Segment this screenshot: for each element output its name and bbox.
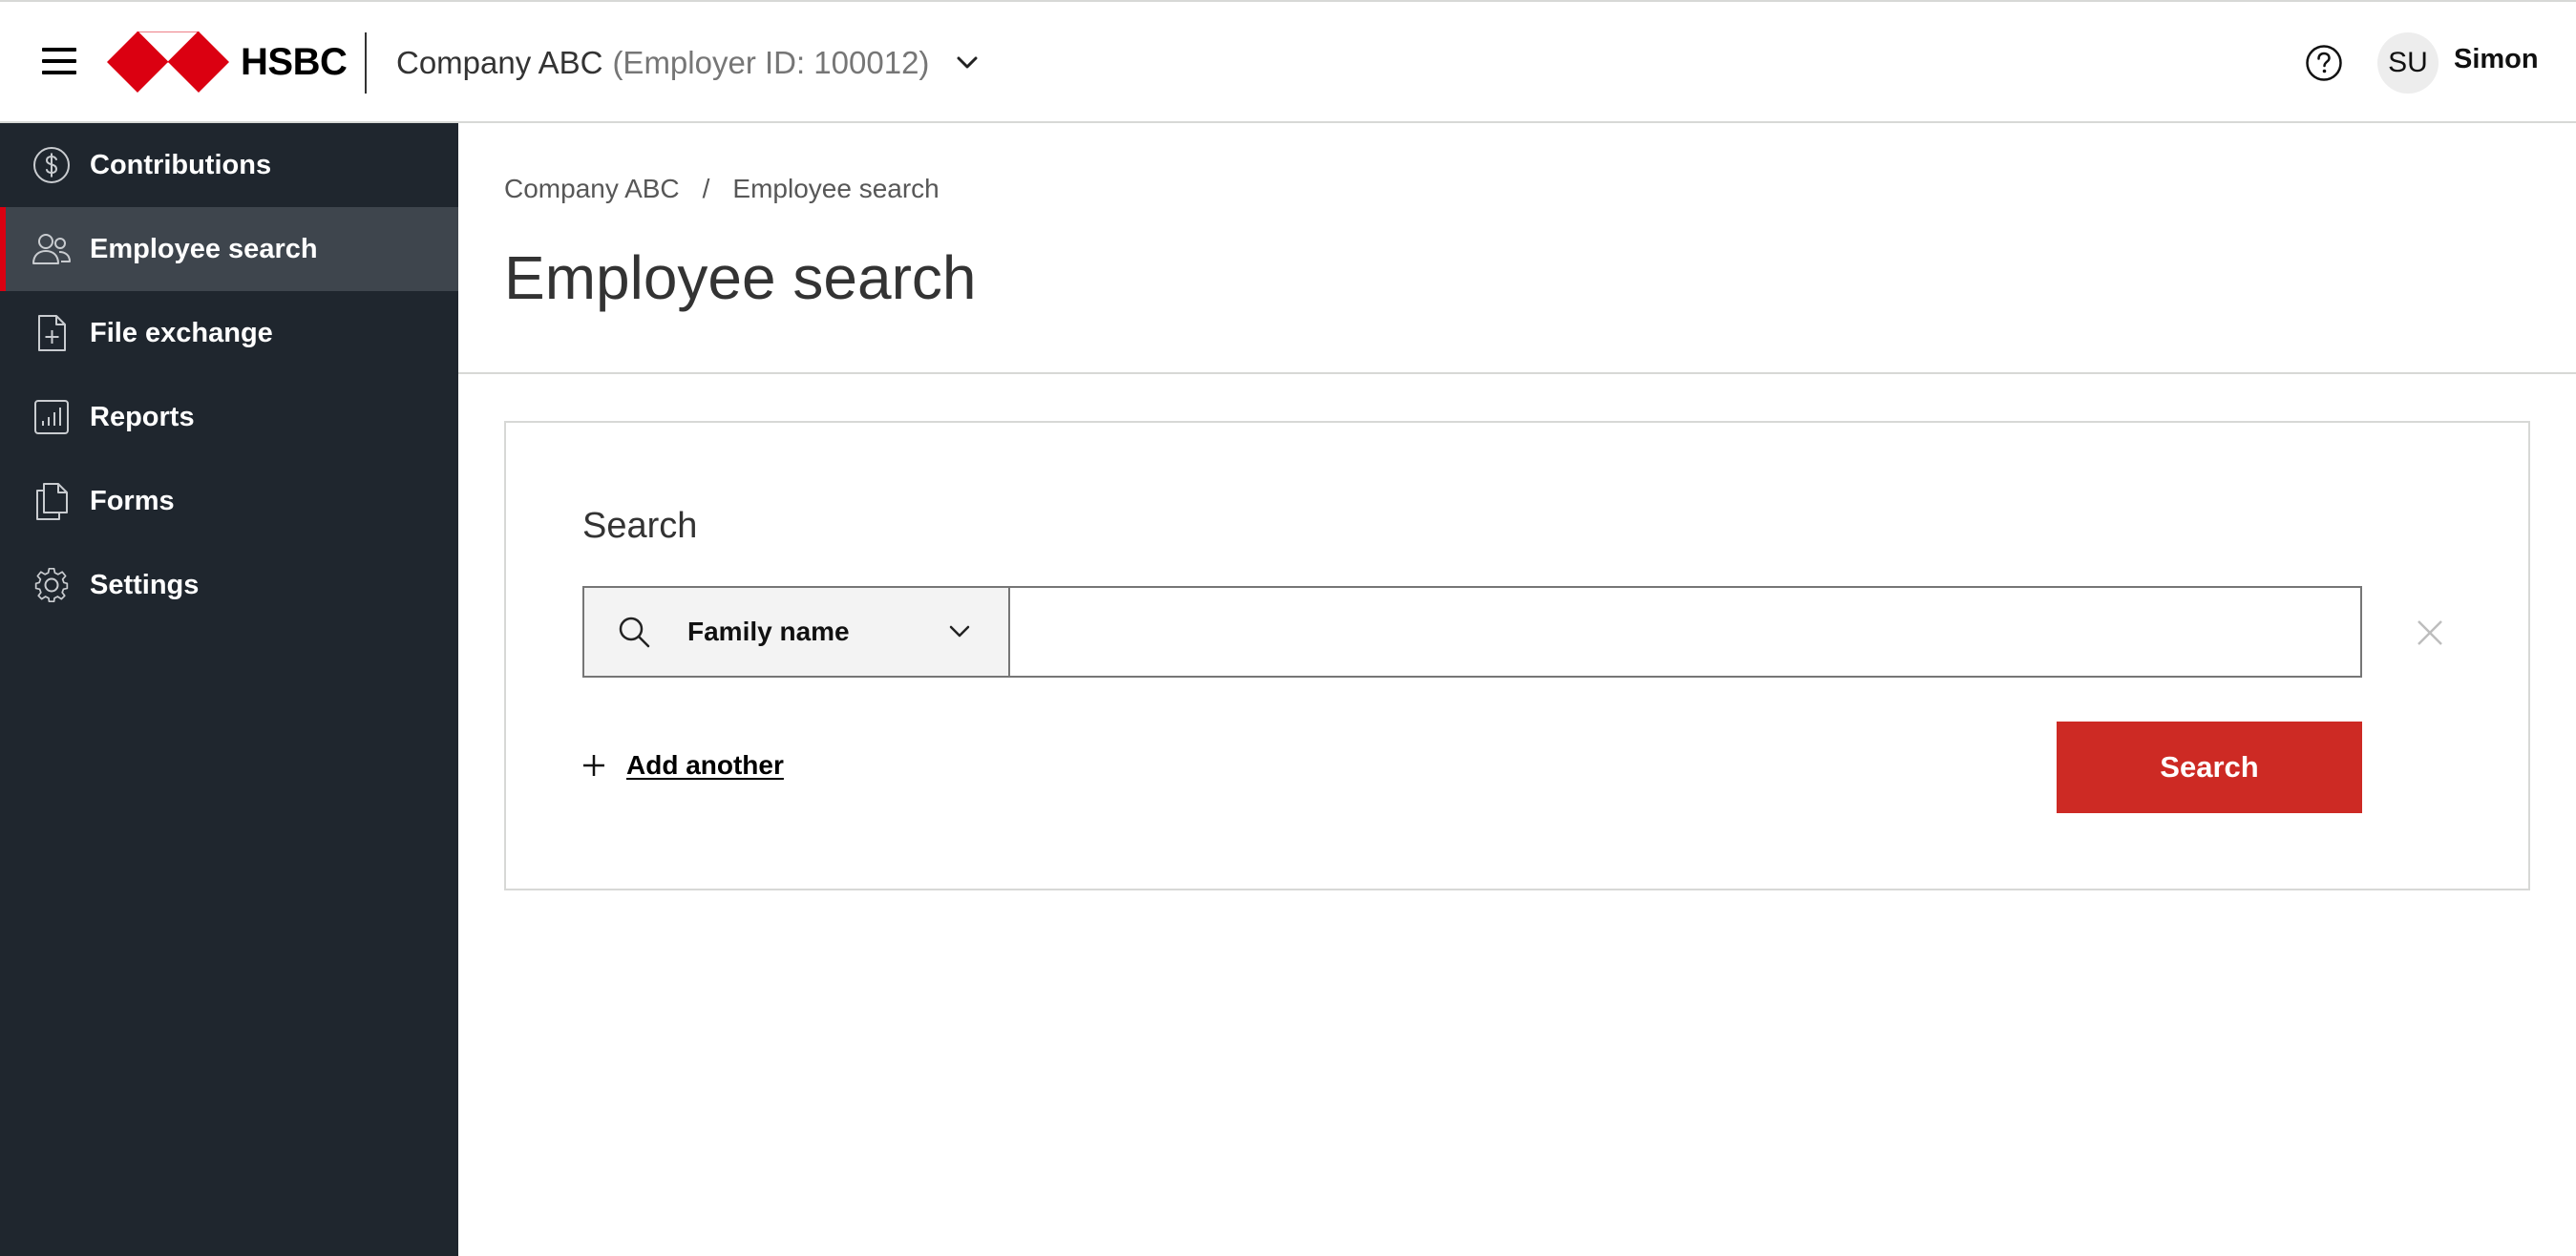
plus-icon	[583, 755, 604, 776]
header-divider	[365, 32, 367, 94]
hsbc-logo[interactable]: HSBC	[107, 31, 348, 93]
users-icon	[32, 234, 71, 264]
sidebar-item-label: File exchange	[90, 317, 273, 348]
chevron-down-icon	[949, 625, 970, 638]
sidebar-item-reports[interactable]: Reports	[0, 375, 458, 459]
top-header: HSBC Company ABC (Employer ID: 100012) S…	[0, 0, 2576, 123]
page-header: Company ABC / Employee search Employee s…	[458, 123, 2576, 374]
add-another-link[interactable]: Add another	[582, 746, 784, 785]
employer-id: (Employer ID: 100012)	[612, 45, 930, 80]
search-icon	[619, 617, 650, 648]
avatar[interactable]: SU	[2377, 32, 2439, 94]
help-icon[interactable]	[2305, 44, 2343, 82]
company-switcher[interactable]: Company ABC (Employer ID: 100012)	[396, 38, 979, 88]
gear-icon	[34, 567, 69, 603]
dollar-circle-icon	[33, 147, 70, 183]
breadcrumb: Company ABC / Employee search	[504, 174, 940, 204]
hamburger-icon[interactable]	[42, 48, 76, 74]
breadcrumb-separator: /	[702, 174, 710, 203]
company-name: Company ABC	[396, 45, 603, 80]
sidebar-item-settings[interactable]: Settings	[0, 543, 458, 627]
breadcrumb-item-current: Employee search	[732, 174, 940, 203]
sidebar-item-file-exchange[interactable]: File exchange	[0, 291, 458, 375]
sidebar-item-label: Employee search	[90, 233, 318, 264]
sidebar-item-label: Settings	[90, 569, 200, 600]
sidebar-item-employee-search[interactable]: Employee search	[0, 207, 458, 291]
sidebar-item-label: Forms	[90, 485, 175, 516]
search-input[interactable]	[1010, 586, 2362, 678]
sidebar-item-forms[interactable]: Forms	[0, 459, 458, 543]
close-icon[interactable]	[2416, 618, 2444, 647]
sidebar-item-label: Contributions	[90, 149, 272, 180]
sidebar-item-label: Reports	[90, 401, 195, 432]
logo-text: HSBC	[241, 40, 348, 83]
search-card-title: Search	[582, 506, 698, 546]
breadcrumb-item-company[interactable]: Company ABC	[504, 174, 680, 204]
chevron-down-icon	[957, 56, 978, 69]
page-title: Employee search	[504, 243, 977, 312]
bar-chart-icon	[34, 400, 69, 434]
user-name[interactable]: Simon	[2454, 44, 2539, 75]
documents-icon	[36, 483, 68, 520]
hsbc-hexagon-icon	[107, 31, 229, 93]
file-add-icon	[38, 315, 66, 351]
sidebar-item-contributions[interactable]: Contributions	[0, 123, 458, 207]
search-button[interactable]: Search	[2057, 722, 2362, 813]
search-row: Family name	[582, 586, 2362, 678]
main-content: Company ABC / Employee search Employee s…	[458, 123, 2576, 1256]
search-card: Search Family name Add another Search	[504, 421, 2530, 890]
sidebar: Contributions Employee search File excha…	[0, 123, 458, 1256]
search-field-selected: Family name	[687, 617, 850, 646]
search-field-dropdown[interactable]: Family name	[582, 586, 1010, 678]
add-another-label: Add another	[626, 750, 784, 780]
